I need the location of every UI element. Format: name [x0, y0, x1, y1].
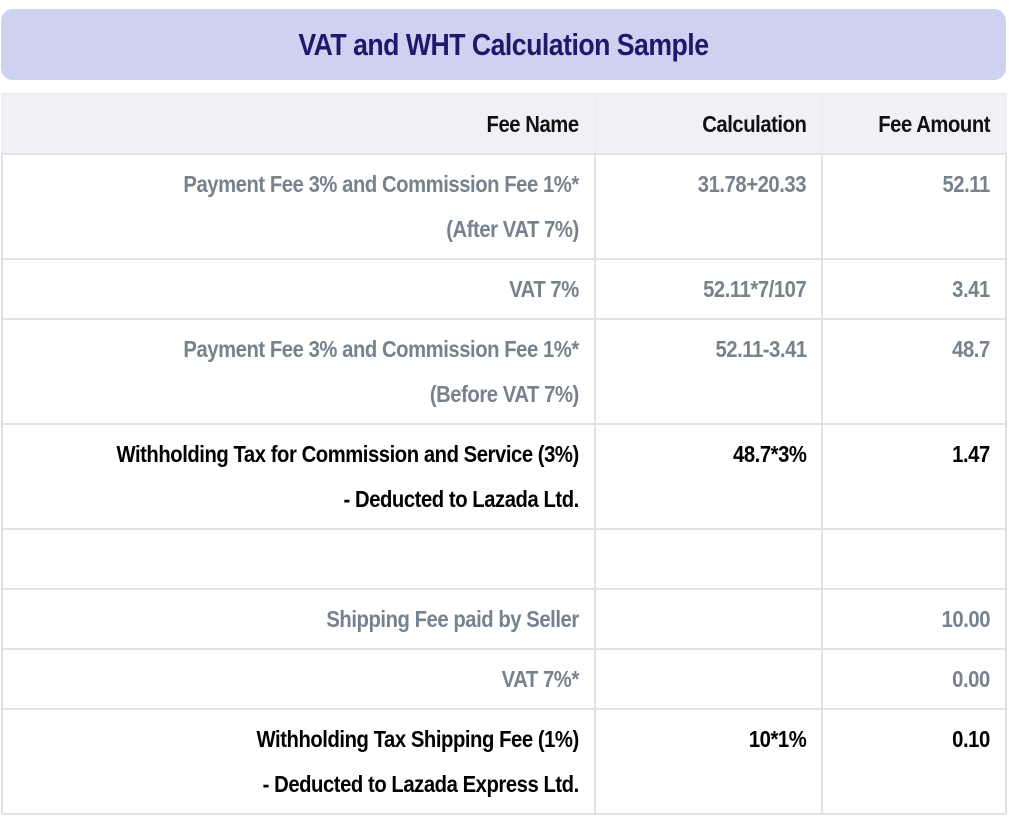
calculation-cell: [593, 588, 824, 650]
fee-name-line: Withholding Tax for Commission and Servi…: [116, 441, 579, 467]
calculation-cell: 31.78+20.33: [593, 153, 824, 260]
fee-name-line: VAT 7%*: [501, 666, 580, 692]
table-row: Shipping Fee paid by Seller 10.00: [1, 588, 1007, 650]
table-row-empty: [1, 528, 1007, 590]
vat-wht-table: Fee Name Calculation Fee Amount Payment …: [1, 93, 1007, 815]
calculation-cell: 52.11-3.41: [593, 318, 824, 425]
fee-amount-value: 0.00: [952, 666, 990, 692]
fee-amount-cell: [821, 528, 1007, 590]
fee-name-cell: Withholding Tax for Commission and Servi…: [1, 423, 596, 530]
table-row: Payment Fee 3% and Commission Fee 1%* (B…: [1, 318, 1007, 425]
table-header-row: Fee Name Calculation Fee Amount: [1, 93, 1007, 155]
header-calculation: Calculation: [593, 93, 824, 155]
header-fee-name: Fee Name: [1, 93, 596, 155]
fee-name-cell: Payment Fee 3% and Commission Fee 1%* (B…: [1, 318, 596, 425]
fee-amount-value: 10.00: [941, 606, 991, 632]
fee-name-subline: (After VAT 7%): [446, 216, 579, 242]
fee-name-cell: Shipping Fee paid by Seller: [1, 588, 596, 650]
table-row: Payment Fee 3% and Commission Fee 1%* (A…: [1, 153, 1007, 260]
table-row: VAT 7%* 0.00: [1, 648, 1007, 710]
fee-name-line: Shipping Fee paid by Seller: [326, 606, 579, 632]
header-fee-name-label: Fee Name: [486, 110, 580, 137]
fee-name-line: Payment Fee 3% and Commission Fee 1%*: [183, 336, 579, 362]
calculation-cell: [593, 648, 824, 710]
title-banner: VAT and WHT Calculation Sample: [1, 9, 1006, 80]
fee-name-line: VAT 7%: [509, 276, 579, 302]
fee-name-cell: [1, 528, 596, 590]
fee-amount-cell: 52.11: [821, 153, 1007, 260]
calculation-value: 48.7*3%: [732, 441, 807, 467]
fee-amount-cell: 3.41: [821, 258, 1007, 320]
calculation-cell: 52.11*7/107: [593, 258, 824, 320]
fee-name-line: Withholding Tax Shipping Fee (1%): [256, 726, 580, 752]
fee-name-cell: VAT 7%: [1, 258, 596, 320]
fee-name-cell: Withholding Tax Shipping Fee (1%) - Dedu…: [1, 708, 596, 815]
fee-amount-cell: 48.7: [821, 318, 1007, 425]
fee-amount-cell: 0.00: [821, 648, 1007, 710]
calculation-value: 52.11*7/107: [703, 276, 807, 302]
fee-amount-value: 0.10: [952, 726, 990, 752]
fee-amount-value: 48.7: [952, 336, 990, 362]
calculation-value: 31.78+20.33: [698, 171, 807, 197]
calculation-cell: 10*1%: [593, 708, 824, 815]
fee-name-subline: - Deducted to Lazada Ltd.: [343, 486, 580, 512]
fee-amount-cell: 10.00: [821, 588, 1007, 650]
header-fee-amount-label: Fee Amount: [878, 110, 990, 137]
calculation-value: 10*1%: [748, 726, 807, 752]
calculation-cell: 48.7*3%: [593, 423, 824, 530]
table-row: Withholding Tax for Commission and Servi…: [1, 423, 1007, 530]
fee-amount-cell: 0.10: [821, 708, 1007, 815]
table-row: Withholding Tax Shipping Fee (1%) - Dedu…: [1, 708, 1007, 815]
fee-name-subline: (Before VAT 7%): [429, 381, 579, 407]
header-fee-amount: Fee Amount: [821, 93, 1007, 155]
page-title: VAT and WHT Calculation Sample: [298, 26, 709, 62]
header-calculation-label: Calculation: [702, 110, 807, 137]
calculation-value: 52.11-3.41: [715, 336, 807, 362]
fee-amount-value: 52.11: [942, 171, 991, 197]
fee-name-cell: VAT 7%*: [1, 648, 596, 710]
calculation-cell: [593, 528, 824, 590]
fee-name-line: Payment Fee 3% and Commission Fee 1%*: [183, 171, 579, 197]
fee-amount-value: 3.41: [952, 276, 990, 302]
fee-name-subline: - Deducted to Lazada Express Ltd.: [262, 771, 580, 797]
table-row: VAT 7% 52.11*7/107 3.41: [1, 258, 1007, 320]
fee-amount-cell: 1.47: [821, 423, 1007, 530]
fee-amount-value: 1.47: [952, 441, 990, 467]
fee-name-cell: Payment Fee 3% and Commission Fee 1%* (A…: [1, 153, 596, 260]
